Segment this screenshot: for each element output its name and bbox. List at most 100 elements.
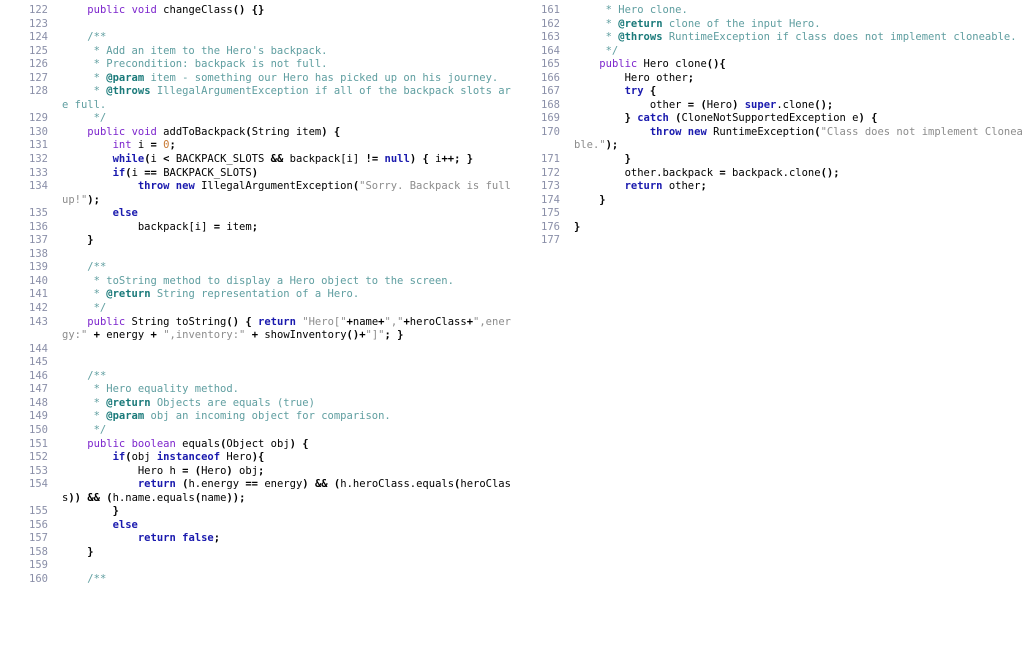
code-line[interactable]: 149 * @param obj an incoming object for … xyxy=(0,410,512,424)
code-line[interactable]: 162 * @return clone of the input Hero. xyxy=(512,18,1024,32)
code-line[interactable]: 177 xyxy=(512,234,1024,248)
code-line[interactable]: 176} xyxy=(512,221,1024,235)
code-line[interactable]: 140 * toString method to display a Hero … xyxy=(0,275,512,289)
code-line[interactable]: 172 other.backpack = backpack.clone(); xyxy=(512,167,1024,181)
code-line[interactable]: 155 } xyxy=(0,505,512,519)
code-line[interactable]: 163 * @throws RuntimeException if class … xyxy=(512,31,1024,45)
token-plain: RuntimeException xyxy=(706,125,815,138)
code-line[interactable]: 139 /** xyxy=(0,261,512,275)
code-line[interactable]: 175 xyxy=(512,207,1024,221)
code-line[interactable]: 156 else xyxy=(0,519,512,533)
line-number: 163 xyxy=(541,31,560,44)
token-cmt-tag: @return xyxy=(106,288,151,301)
token-cmt-mark: /** xyxy=(87,31,107,44)
code-line[interactable]: 132 while(i < BACKPACK_SLOTS && backpack… xyxy=(0,153,512,167)
code-line[interactable]: 158 } xyxy=(0,546,512,560)
code-line[interactable]: 130 public void addToBackpack(String ite… xyxy=(0,126,512,140)
code-line[interactable]: 144 xyxy=(0,343,512,357)
code-text: */ xyxy=(574,45,619,57)
token-punct: } xyxy=(87,234,94,247)
code-line[interactable]: 160 /** xyxy=(0,573,512,587)
token-comment: * Add an item to the Hero's backpack. xyxy=(93,44,328,57)
token-plain: CloneNotSupportedException e xyxy=(681,112,859,125)
line-number: 139 xyxy=(29,261,48,274)
code-line[interactable]: 129 */ xyxy=(0,112,512,126)
code-line[interactable]: 164 */ xyxy=(512,45,1024,59)
token-kw: else xyxy=(112,207,138,220)
code-text: public void changeClass() {} xyxy=(62,4,264,16)
code-line[interactable]: 137 } xyxy=(0,234,512,248)
code-line[interactable]: 161 * Hero clone. xyxy=(512,4,1024,18)
code-line[interactable]: 146 /** xyxy=(0,370,512,384)
code-line[interactable]: 138 xyxy=(0,248,512,262)
code-line[interactable]: 134 throw new IllegalArgumentException("… xyxy=(0,180,512,207)
token-plain: heroClass xyxy=(409,315,467,328)
code-line[interactable]: 122 public void changeClass() {} xyxy=(0,4,512,18)
code-text: /** xyxy=(62,370,106,382)
code-line[interactable]: 124 /** xyxy=(0,31,512,45)
token-cmt-mark: /** xyxy=(87,261,107,274)
token-cmt-tag: @return xyxy=(618,17,663,30)
code-line[interactable]: 169 } catch (CloneNotSupportedException … xyxy=(512,112,1024,126)
code-text: * @throws IllegalArgumentException if al… xyxy=(62,85,511,111)
code-line[interactable]: 170 throw new RuntimeException("Class do… xyxy=(512,126,1024,153)
line-number: 168 xyxy=(541,98,560,111)
token-kw: false xyxy=(182,532,214,545)
code-text: other.backpack = backpack.clone(); xyxy=(574,167,840,179)
code-line[interactable]: 135 else xyxy=(0,207,512,221)
code-line[interactable]: 128 * @throws IllegalArgumentException i… xyxy=(0,85,512,112)
token-op: ++; xyxy=(441,153,461,166)
code-line[interactable]: 171 } xyxy=(512,153,1024,167)
code-text: public void addToBackpack(String item) { xyxy=(62,126,340,138)
token-kw: super xyxy=(744,98,777,111)
code-line[interactable]: 151 public boolean equals(Object obj) { xyxy=(0,438,512,452)
code-line[interactable]: 126 * Precondition: backpack is not full… xyxy=(0,58,512,72)
code-line[interactable]: 159 xyxy=(0,559,512,573)
code-line[interactable]: 148 * @return Objects are equals (true) xyxy=(0,397,512,411)
token-plain: Hero xyxy=(706,98,733,111)
code-line[interactable]: 174 } xyxy=(512,194,1024,208)
line-number: 166 xyxy=(541,71,560,84)
code-line[interactable]: 168 other = (Hero) super.clone(); xyxy=(512,99,1024,113)
code-line[interactable]: 154 return (h.energy == energy) && (h.he… xyxy=(0,478,512,505)
code-line[interactable]: 125 * Add an item to the Hero's backpack… xyxy=(0,45,512,59)
line-number: 170 xyxy=(541,125,560,138)
code-line[interactable]: 142 */ xyxy=(0,302,512,316)
code-line[interactable]: 123 xyxy=(0,18,512,32)
code-text: else xyxy=(62,519,138,531)
code-line[interactable]: 173 return other; xyxy=(512,180,1024,194)
token-cmt-tag: @param xyxy=(106,410,145,423)
code-text: backpack[i] = item; xyxy=(62,221,258,233)
code-line[interactable]: 127 * @param item - something our Hero h… xyxy=(0,72,512,86)
code-column-left: 122 public void changeClass() {} 123 124 /… xyxy=(0,4,512,587)
code-line[interactable]: 150 */ xyxy=(0,424,512,438)
code-line[interactable]: 141 * @return String representation of a… xyxy=(0,288,512,302)
code-text: while(i < BACKPACK_SLOTS && backpack[i] … xyxy=(62,153,473,165)
code-line[interactable]: 145 xyxy=(0,356,512,370)
code-line[interactable]: 166 Hero other; xyxy=(512,72,1024,86)
line-number: 153 xyxy=(29,464,48,477)
line-number: 131 xyxy=(29,139,48,152)
code-line[interactable]: 131 int i = 0; xyxy=(0,139,512,153)
code-line[interactable]: 153 Hero h = (Hero) obj; xyxy=(0,465,512,479)
line-number: 149 xyxy=(29,410,48,423)
token-punct: } xyxy=(87,545,94,558)
code-line[interactable]: 167 try { xyxy=(512,85,1024,99)
line-number: 167 xyxy=(541,85,560,98)
code-line[interactable]: 165 public Hero clone(){ xyxy=(512,58,1024,72)
code-line[interactable]: 133 if(i == BACKPACK_SLOTS) xyxy=(0,167,512,181)
code-line[interactable]: 143 public String toString() { return "H… xyxy=(0,316,512,343)
code-line[interactable]: 157 return false; xyxy=(0,532,512,546)
code-line[interactable]: 136 backpack[i] = item; xyxy=(0,221,512,235)
code-line[interactable]: 152 if(obj instanceof Hero){ xyxy=(0,451,512,465)
token-cmt-mark: /** xyxy=(87,369,107,382)
code-line[interactable]: 147 * Hero equality method. xyxy=(0,383,512,397)
